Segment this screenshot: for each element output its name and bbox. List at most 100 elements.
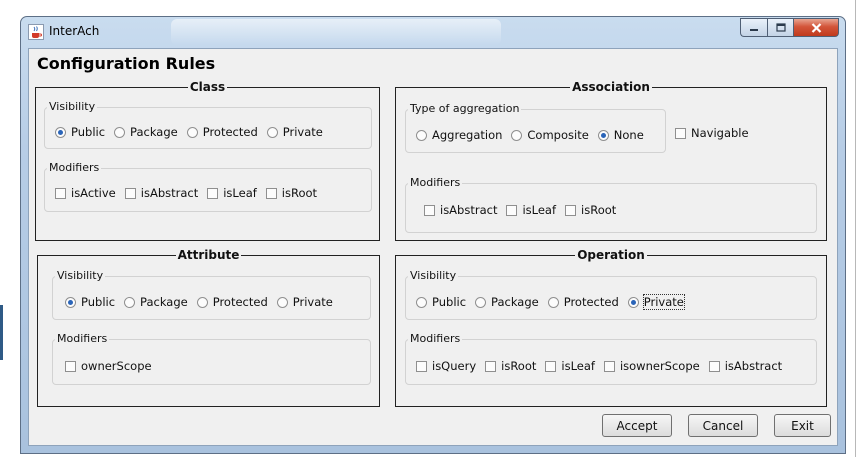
checkbox-icon[interactable]: [416, 360, 427, 372]
navigable-checkbox[interactable]: Navigable: [675, 126, 749, 140]
option-label: Public: [71, 125, 106, 139]
radio-icon[interactable]: [627, 296, 639, 308]
association-modifier-isroot[interactable]: isRoot: [565, 203, 616, 217]
class-visibility-private[interactable]: Private: [266, 125, 323, 139]
checkbox-icon[interactable]: [424, 204, 435, 216]
radio-icon[interactable]: [416, 296, 427, 308]
operation-panel-title-wrap: Operation: [396, 248, 826, 262]
checkbox-icon[interactable]: [55, 187, 66, 199]
attribute-visibility-public[interactable]: Public: [65, 295, 115, 309]
class-modifiers-group: Modifiers isActive isAbstract isLeaf isR…: [44, 161, 372, 212]
class-modifier-isabstract[interactable]: isAbstract: [124, 186, 199, 200]
window-controls: [740, 18, 839, 37]
accept-button[interactable]: Accept: [602, 414, 672, 437]
class-modifier-isroot[interactable]: isRoot: [265, 186, 317, 200]
aggregation-option-aggregation[interactable]: Aggregation: [416, 128, 502, 142]
class-modifier-isleaf[interactable]: isLeaf: [207, 186, 257, 200]
radio-icon[interactable]: [276, 296, 288, 308]
option-label: Package: [140, 295, 188, 309]
operation-modifier-isownerscope[interactable]: isownerScope: [603, 359, 700, 373]
option-label: isAbstract: [140, 186, 199, 200]
checkbox-icon[interactable]: [545, 360, 557, 372]
operation-visibility-package[interactable]: Package: [475, 295, 539, 309]
option-label: Protected: [202, 125, 258, 139]
operation-modifier-isabstract[interactable]: isAbstract: [708, 359, 782, 373]
class-panel-title: Class: [187, 80, 228, 94]
checkbox-icon[interactable]: [565, 204, 577, 216]
aggregation-option-none[interactable]: None: [597, 128, 644, 142]
close-icon[interactable]: [793, 18, 839, 37]
option-label: isLeaf: [223, 186, 257, 200]
operation-visibility-public[interactable]: Public: [416, 295, 466, 309]
operation-modifiers-group: Modifiers isQuery isRoot isLeaf isownerS…: [405, 332, 817, 385]
radio-icon[interactable]: [475, 296, 487, 308]
maximize-icon[interactable]: [767, 18, 793, 37]
radio-icon[interactable]: [65, 296, 76, 308]
option-label: isQuery: [432, 359, 477, 373]
class-visibility-label: Visibility: [47, 100, 98, 114]
aggregation-group: Type of aggregation Aggregation Composit…: [405, 102, 666, 153]
title-bar[interactable]: InterAch: [21, 17, 845, 49]
class-modifiers-label: Modifiers: [47, 161, 102, 175]
attribute-visibility-label: Visibility: [55, 269, 106, 283]
attribute-visibility-options: Public Package Protected Private: [65, 295, 342, 309]
operation-visibility-private[interactable]: Private: [627, 294, 685, 310]
option-label: Private: [642, 294, 685, 310]
radio-icon[interactable]: [547, 296, 559, 308]
operation-modifier-isquery[interactable]: isQuery: [416, 359, 476, 373]
operation-modifier-isleaf[interactable]: isLeaf: [545, 359, 595, 373]
radio-icon[interactable]: [416, 129, 427, 141]
class-modifiers-options: isActive isAbstract isLeaf isRoot: [55, 186, 326, 200]
cancel-button[interactable]: Cancel: [688, 414, 758, 437]
class-visibility-package[interactable]: Package: [114, 125, 178, 139]
radio-icon[interactable]: [55, 126, 66, 138]
checkbox-icon[interactable]: [207, 187, 219, 199]
checkbox-icon[interactable]: [603, 360, 615, 372]
option-label: ownerScope: [81, 359, 152, 373]
exit-button[interactable]: Exit: [774, 414, 831, 437]
class-visibility-protected[interactable]: Protected: [186, 125, 258, 139]
radio-icon[interactable]: [186, 126, 198, 138]
association-modifier-isleaf[interactable]: isLeaf: [506, 203, 556, 217]
option-label: Private: [292, 295, 333, 309]
checkbox-icon[interactable]: [265, 187, 277, 199]
radio-icon[interactable]: [597, 129, 609, 141]
attribute-modifiers-options: ownerScope: [65, 359, 161, 373]
operation-visibility-protected[interactable]: Protected: [547, 295, 619, 309]
minimize-icon[interactable]: [740, 18, 767, 37]
class-modifier-isactive[interactable]: isActive: [55, 186, 116, 200]
class-visibility-public[interactable]: Public: [55, 125, 105, 139]
association-panel-title-wrap: Association: [396, 80, 826, 94]
aggregation-option-composite[interactable]: Composite: [511, 128, 589, 142]
attribute-visibility-protected[interactable]: Protected: [196, 295, 268, 309]
operation-modifier-isroot[interactable]: isRoot: [485, 359, 536, 373]
attribute-panel: Attribute Visibility Public Package Prot…: [37, 248, 380, 407]
attribute-modifiers-group: Modifiers ownerScope: [52, 332, 371, 385]
operation-panel: Operation Visibility Public Package Prot…: [395, 248, 827, 407]
attribute-visibility-package[interactable]: Package: [124, 295, 188, 309]
taskbar-edge: [0, 305, 3, 360]
dialog-content: Configuration Rules Class Visibility Pub…: [28, 48, 838, 446]
option-label: Public: [432, 295, 467, 309]
radio-icon[interactable]: [124, 296, 136, 308]
checkbox-icon[interactable]: [708, 360, 720, 372]
attribute-modifier-ownerscope[interactable]: ownerScope: [65, 359, 152, 373]
checkbox-icon[interactable]: [485, 360, 497, 372]
radio-icon[interactable]: [196, 296, 208, 308]
radio-icon[interactable]: [114, 126, 126, 138]
checkbox-icon[interactable]: [506, 204, 518, 216]
option-label: Aggregation: [432, 128, 503, 142]
option-label: Package: [130, 125, 178, 139]
attribute-panel-title-wrap: Attribute: [38, 248, 379, 262]
association-modifier-isabstract[interactable]: isAbstract: [424, 203, 497, 217]
radio-icon[interactable]: [266, 126, 278, 138]
checkbox-icon[interactable]: [675, 127, 686, 139]
attribute-visibility-private[interactable]: Private: [276, 295, 333, 309]
aggregation-label: Type of aggregation: [408, 102, 522, 116]
radio-icon[interactable]: [511, 129, 523, 141]
checkbox-icon[interactable]: [65, 360, 76, 372]
association-panel: Association Type of aggregation Aggregat…: [395, 80, 827, 241]
title-bar-glow: [171, 19, 501, 45]
option-label: Composite: [527, 128, 589, 142]
checkbox-icon[interactable]: [124, 187, 136, 199]
